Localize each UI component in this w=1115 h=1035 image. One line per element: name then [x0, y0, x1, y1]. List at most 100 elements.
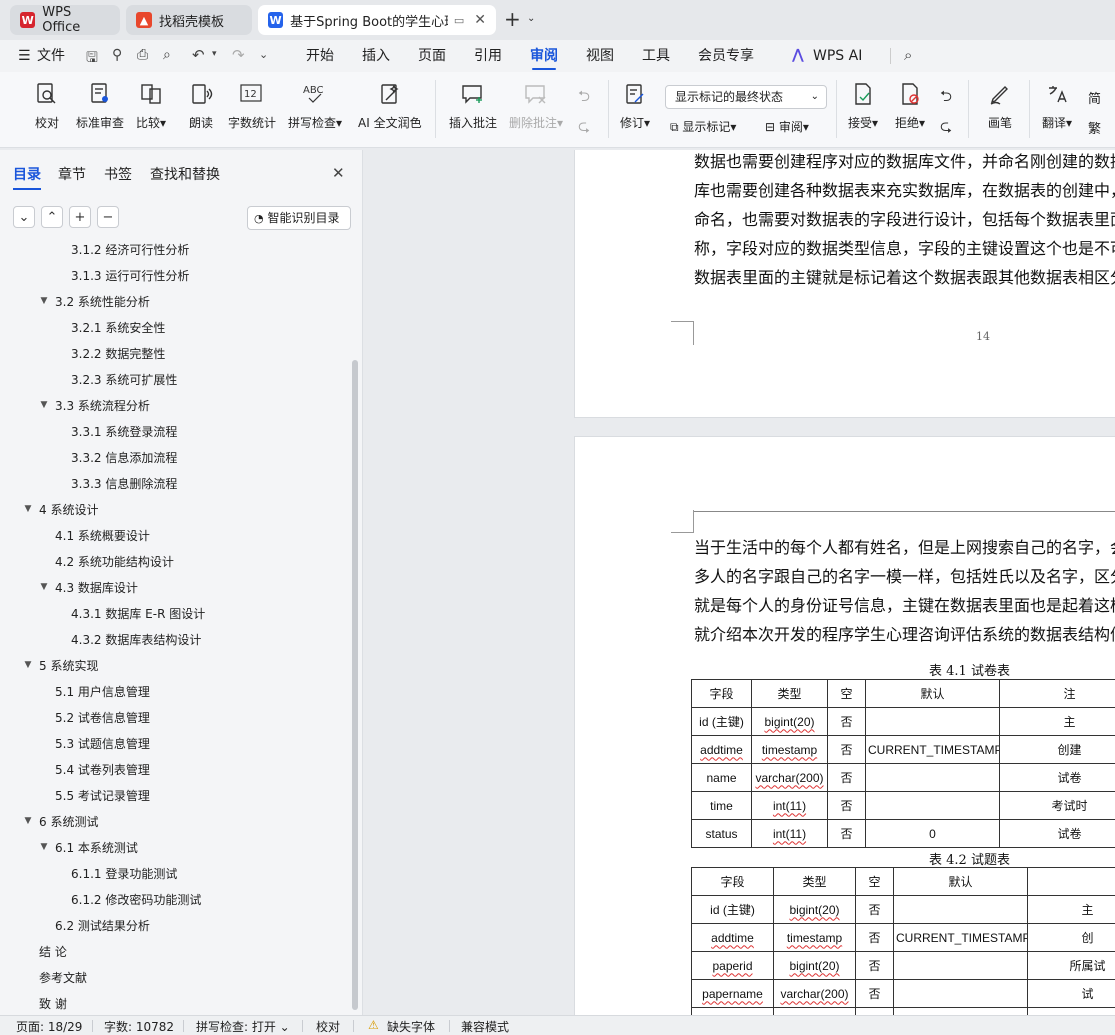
toc-item[interactable]: 3.3.2 信息添加流程 [71, 448, 177, 468]
save-icon[interactable]: 🖫 [86, 47, 98, 71]
expand-caret-icon[interactable]: ▼ [39, 400, 49, 410]
expand-caret-icon[interactable]: ▼ [39, 296, 49, 306]
toc-item[interactable]: 致 谢 [39, 994, 67, 1013]
toc-item[interactable]: 5.2 试卷信息管理 [55, 708, 150, 728]
scrollbar-thumb[interactable] [352, 360, 358, 1010]
tab-document[interactable]: W 基于Spring Boot的学生心理 ▭ ✕ [258, 5, 496, 35]
toc-item[interactable]: 3.1.2 经济可行性分析 [71, 240, 189, 260]
menu-wps-ai[interactable]: WPS AI [813, 40, 862, 72]
toc-item[interactable]: 4 系统设计 [39, 500, 98, 520]
accept-button[interactable]: 接受▾ [848, 80, 878, 131]
proofread-indicator[interactable]: 校对 [316, 1018, 340, 1035]
menu-vip[interactable]: 会员专享 [698, 40, 754, 72]
monitor-icon[interactable]: ▭ [454, 14, 464, 27]
traditional-chinese-button[interactable]: 繁 [1088, 118, 1101, 137]
compat-mode-indicator[interactable]: 兼容模式 [461, 1018, 509, 1035]
toc-item[interactable]: 6.2 测试结果分析 [55, 916, 150, 936]
toc-item[interactable]: 6 系统测试 [39, 812, 98, 832]
toc-item[interactable]: 5 系统实现 [39, 656, 98, 676]
toc-item[interactable]: 3.3.3 信息删除流程 [71, 474, 177, 494]
next-comment-icon[interactable]: ⮎ [578, 116, 590, 141]
standard-review-button[interactable]: 标准审查 [76, 80, 124, 131]
delete-comment-button[interactable]: 删除批注▾ [509, 80, 563, 131]
word-count-button[interactable]: 12 字数统计 [228, 80, 276, 131]
close-icon[interactable]: ✕ [332, 164, 345, 182]
toc-item[interactable]: 5.1 用户信息管理 [55, 682, 150, 702]
proofread-button[interactable]: 校对 [33, 80, 61, 131]
tab-toc[interactable]: 目录 [13, 164, 41, 184]
toc-item[interactable]: 3.3.1 系统登录流程 [71, 422, 177, 442]
print-icon[interactable]: ⎙ [137, 47, 148, 63]
tab-bookmarks[interactable]: 书签 [104, 164, 132, 184]
document-canvas[interactable]: 数据也需要创建程序对应的数据库文件，并命名刚创建的数据 库也需要创建各种数据表来充… [364, 150, 1115, 1015]
spell-check-indicator[interactable]: 拼写检查: 打开 ⌄ [196, 1018, 290, 1035]
remove-heading-button[interactable]: − [97, 206, 119, 228]
more-dropdown-icon[interactable]: ⌄ [259, 48, 268, 61]
simplified-chinese-button[interactable]: 简 [1088, 88, 1101, 107]
translate-button[interactable]: 翻译▾ [1042, 80, 1072, 131]
menu-tools[interactable]: 工具 [642, 40, 670, 72]
toc-item[interactable]: 6.1 本系统测试 [55, 838, 138, 858]
track-changes-button[interactable]: 修订▾ [620, 80, 650, 131]
pen-button[interactable]: 画笔 [986, 80, 1014, 131]
search-icon[interactable]: ⌕ [904, 46, 912, 64]
new-tab-icon[interactable]: + [504, 7, 521, 31]
reject-button[interactable]: 拒绝▾ [895, 80, 925, 131]
add-heading-button[interactable]: + [69, 206, 91, 228]
toc-item[interactable]: 3.2.1 系统安全性 [71, 318, 165, 338]
tab-docer[interactable]: ▲ 找稻壳模板 [126, 5, 252, 35]
toc-item[interactable]: 5.5 考试记录管理 [55, 786, 150, 806]
menu-home[interactable]: 开始 [306, 40, 334, 72]
menu-view[interactable]: 视图 [586, 40, 614, 72]
menu-page[interactable]: 页面 [418, 40, 446, 72]
toc-item[interactable]: 3.2.2 数据完整性 [71, 344, 165, 364]
toc-item[interactable]: 4.1 系统概要设计 [55, 526, 150, 546]
tab-chapters[interactable]: 章节 [58, 164, 86, 184]
toc-item[interactable]: 6.1.1 登录功能测试 [71, 864, 177, 884]
tab-find-replace[interactable]: 查找和替换 [150, 164, 220, 184]
hamburger-icon[interactable]: ☰ [18, 48, 31, 64]
toc-item[interactable]: 3.2 系统性能分析 [55, 292, 150, 312]
menu-file[interactable]: 文件 [37, 40, 65, 72]
review-pane-button[interactable]: ⊟ 审阅▾ [765, 118, 809, 135]
expand-caret-icon[interactable]: ▼ [23, 816, 33, 826]
insert-comment-button[interactable]: 插入批注 [449, 80, 497, 131]
toc-item[interactable]: 3.2.3 系统可扩展性 [71, 370, 177, 390]
expand-caret-icon[interactable]: ▼ [23, 660, 33, 670]
collapse-up-button[interactable]: ⌃ [41, 206, 63, 228]
markup-display-select[interactable]: 显示标记的最终状态 ⌄ [665, 85, 827, 109]
toc-item[interactable]: 5.4 试卷列表管理 [55, 760, 150, 780]
undo-dropdown-icon[interactable]: ▾ [212, 49, 217, 59]
toc-item[interactable]: 4.2 系统功能结构设计 [55, 552, 174, 572]
toc-item[interactable]: 5.3 试题信息管理 [55, 734, 150, 754]
toc-item[interactable]: 6.1.2 修改密码功能测试 [71, 890, 201, 910]
show-markup-button[interactable]: ⧉ 显示标记▾ [670, 118, 736, 135]
toc-item[interactable]: 3.3 系统流程分析 [55, 396, 150, 416]
missing-font-indicator[interactable]: 缺失字体 [387, 1018, 435, 1035]
toc-item[interactable]: 4.3 数据库设计 [55, 578, 138, 598]
toc-item[interactable]: 结 论 [39, 942, 67, 962]
collapse-down-button[interactable]: ⌄ [13, 206, 35, 228]
menu-insert[interactable]: 插入 [362, 40, 390, 72]
ai-polish-button[interactable]: AI 全文润色 [358, 80, 422, 131]
smart-toc-button[interactable]: ◔ 智能识别目录 [247, 206, 351, 230]
toc-item[interactable]: 3.1.3 运行可行性分析 [71, 266, 189, 286]
print-preview-icon[interactable]: ⌕ [163, 47, 171, 63]
tab-wps-office[interactable]: W WPS Office [10, 5, 120, 35]
read-aloud-button[interactable]: 朗读 [187, 80, 215, 131]
chevron-down-icon[interactable]: ⌄ [527, 13, 535, 24]
sidebar-scrollbar[interactable] [352, 240, 359, 1015]
prev-change-icon[interactable]: ⮌ [940, 86, 952, 111]
redo-icon[interactable]: ↷ [232, 46, 245, 64]
page-indicator[interactable]: 页面: 18/29 [16, 1018, 82, 1035]
paint-icon[interactable]: ⚲ [112, 47, 122, 63]
compare-button[interactable]: 比较▾ [136, 80, 166, 131]
menu-reference[interactable]: 引用 [474, 40, 502, 72]
toc-item[interactable]: 4.3.2 数据库表结构设计 [71, 630, 201, 650]
menu-review[interactable]: 审阅 [530, 40, 558, 72]
close-icon[interactable]: ✕ [474, 12, 486, 28]
spell-check-button[interactable]: ABC 拼写检查▾ [288, 80, 342, 131]
prev-comment-icon[interactable]: ⮌ [578, 86, 590, 111]
undo-icon[interactable]: ↶ [192, 46, 205, 64]
toc-item[interactable]: 4.3.1 数据库 E-R 图设计 [71, 604, 205, 624]
